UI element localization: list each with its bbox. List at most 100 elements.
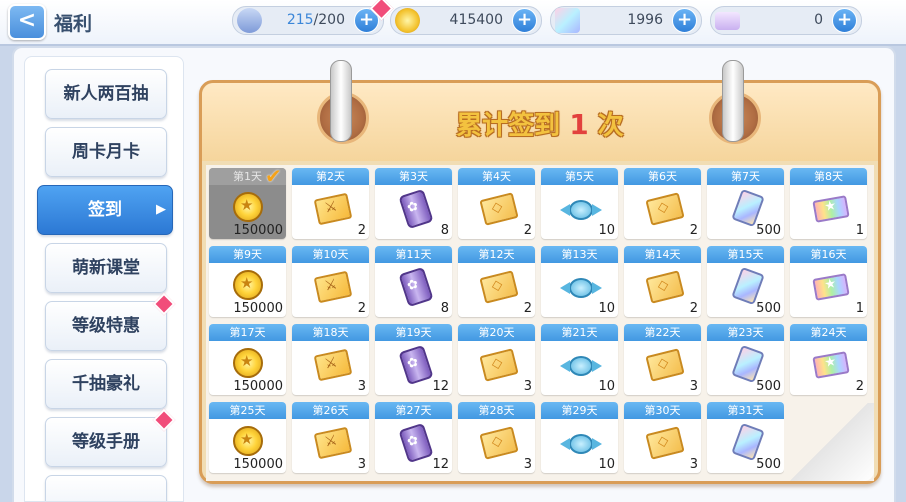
- reward-day-cell[interactable]: 第16天 1: [790, 246, 867, 317]
- day-label: 第18天: [292, 324, 369, 341]
- reward-quantity: 500: [756, 223, 781, 238]
- reward-day-cell[interactable]: 第11天 8: [375, 246, 452, 317]
- sidebar-item-partial[interactable]: [45, 475, 167, 501]
- card-icon: [479, 426, 519, 460]
- reward-quantity: 3: [689, 457, 698, 472]
- sidebar-item-level-deal[interactable]: 等级特惠: [45, 292, 176, 351]
- reward-day-cell[interactable]: 第14天 2: [624, 246, 701, 317]
- reward-day-cell[interactable]: 第2天 2: [292, 168, 369, 239]
- add-coin-button[interactable]: +: [512, 8, 537, 33]
- reward-quantity: 3: [357, 379, 366, 394]
- reward-day-cell[interactable]: 第31天 500: [707, 402, 784, 473]
- day-label: 第31天: [707, 402, 784, 419]
- day-label: 第14天: [624, 246, 701, 263]
- candy-icon: [560, 434, 602, 454]
- reward-quantity: 12: [432, 457, 449, 472]
- reward-day-cell[interactable]: 第27天 12: [375, 402, 452, 473]
- ticket-gold-icon: [313, 270, 353, 304]
- reward-quantity: 150000: [233, 301, 283, 316]
- reward-day-cell[interactable]: 第12天 2: [458, 246, 535, 317]
- day-label: 第17天: [209, 324, 286, 341]
- calendar-header: 累计签到 1 次: [202, 83, 878, 161]
- sidebar-item-sign-in[interactable]: 签到 ▶: [37, 185, 173, 235]
- reward-day-cell[interactable]: 第13天 10: [541, 246, 618, 317]
- reward-day-cell[interactable]: 第26天 3: [292, 402, 369, 473]
- gem-resource: 1996 +: [550, 6, 702, 35]
- sidebar-item-weekly-monthly-card[interactable]: 周卡月卡: [45, 127, 167, 177]
- back-button[interactable]: <: [8, 4, 46, 40]
- energy-resource: 215/200 +: [232, 0, 394, 35]
- gem-icon: [555, 8, 580, 33]
- calendar-grid: 第31天500第30天3第29天10第28天3第27天12第26天3第25天15…: [206, 165, 874, 481]
- sidebar-item-thousand-draw[interactable]: 千抽豪礼: [45, 359, 167, 409]
- sign-in-calendar: 累计签到 1 次 第31天500第30天3第29天10第28天3第27天12第2…: [199, 80, 881, 484]
- gem-icon: [731, 188, 765, 228]
- reward-quantity: 1: [855, 301, 864, 316]
- coin-resource: 415400 +: [390, 6, 542, 35]
- sidebar-item-newbie-draw[interactable]: 新人两百抽: [45, 69, 167, 119]
- reward-quantity: 2: [357, 301, 366, 316]
- reward-day-cell[interactable]: 第24天 2: [790, 324, 867, 395]
- reward-quantity: 8: [440, 223, 449, 238]
- gem-icon: [731, 344, 765, 384]
- reward-quantity: 150000: [233, 223, 283, 238]
- reward-day-cell[interactable]: 第29天 10: [541, 402, 618, 473]
- reward-day-cell[interactable]: 第6天 2: [624, 168, 701, 239]
- day-label: 第20天: [458, 324, 535, 341]
- reward-day-cell[interactable]: 第20天 3: [458, 324, 535, 395]
- sidebar-item-level-handbook[interactable]: 等级手册: [45, 408, 176, 467]
- coin-icon: [233, 270, 263, 300]
- coin-icon: [233, 426, 263, 456]
- reward-quantity: 2: [689, 301, 698, 316]
- checkmark-icon: ✔: [265, 168, 282, 188]
- page-curl: [784, 403, 874, 481]
- reward-quantity: 1: [855, 223, 864, 238]
- day-label: 第26天: [292, 402, 369, 419]
- reward-day-cell[interactable]: 第28天 3: [458, 402, 535, 473]
- reward-day-cell[interactable]: 第10天 2: [292, 246, 369, 317]
- day-label: 第16天: [790, 246, 867, 263]
- day-label: 第28天: [458, 402, 535, 419]
- reward-day-cell[interactable]: 第15天 500: [707, 246, 784, 317]
- day-label: 第4天: [458, 168, 535, 185]
- can-icon: [398, 422, 434, 464]
- reward-quantity: 3: [523, 457, 532, 472]
- day-label: 第2天: [292, 168, 369, 185]
- day-label: 第11天: [375, 246, 452, 263]
- reward-day-cell[interactable]: 第23天 500: [707, 324, 784, 395]
- reward-day-cell[interactable]: 第19天 12: [375, 324, 452, 395]
- reward-day-cell[interactable]: 第17天 150000: [209, 324, 286, 395]
- reward-day-cell[interactable]: 第21天 10: [541, 324, 618, 395]
- reward-day-cell[interactable]: 第4天 2: [458, 168, 535, 239]
- card-icon: [645, 348, 685, 382]
- card-icon: [645, 270, 685, 304]
- reward-day-cell[interactable]: 第1天150000✔: [209, 168, 286, 239]
- reward-quantity: 500: [756, 301, 781, 316]
- reward-day-cell[interactable]: 第7天 500: [707, 168, 784, 239]
- sidebar-item-label: 等级特惠: [72, 316, 140, 336]
- can-icon: [398, 344, 434, 386]
- add-ticket-button[interactable]: +: [832, 8, 857, 33]
- reward-day-cell[interactable]: 第5天 10: [541, 168, 618, 239]
- reward-day-cell[interactable]: 第30天 3: [624, 402, 701, 473]
- reward-day-cell[interactable]: 第3天 8: [375, 168, 452, 239]
- reward-quantity: 3: [689, 379, 698, 394]
- day-label: 第5天: [541, 168, 618, 185]
- day-label: 第24天: [790, 324, 867, 341]
- reward-day-cell[interactable]: 第9天 150000: [209, 246, 286, 317]
- reward-day-cell[interactable]: 第8天 1: [790, 168, 867, 239]
- ticket-gold-icon: [313, 426, 353, 460]
- sidebar-item-label: 等级手册: [72, 432, 140, 452]
- reward-quantity: 500: [756, 457, 781, 472]
- reward-day-cell[interactable]: 第25天 150000: [209, 402, 286, 473]
- reward-day-cell[interactable]: 第18天 3: [292, 324, 369, 395]
- ticket-resource: 0 +: [710, 6, 862, 35]
- day-label: 第7天: [707, 168, 784, 185]
- gem-icon: [731, 266, 765, 306]
- sidebar-item-newbie-class[interactable]: 萌新课堂: [45, 243, 167, 293]
- day-label: 第23天: [707, 324, 784, 341]
- rainbow-icon: [812, 195, 850, 223]
- reward-day-cell[interactable]: 第22天 3: [624, 324, 701, 395]
- candy-icon: [560, 356, 602, 376]
- add-gem-button[interactable]: +: [672, 8, 697, 33]
